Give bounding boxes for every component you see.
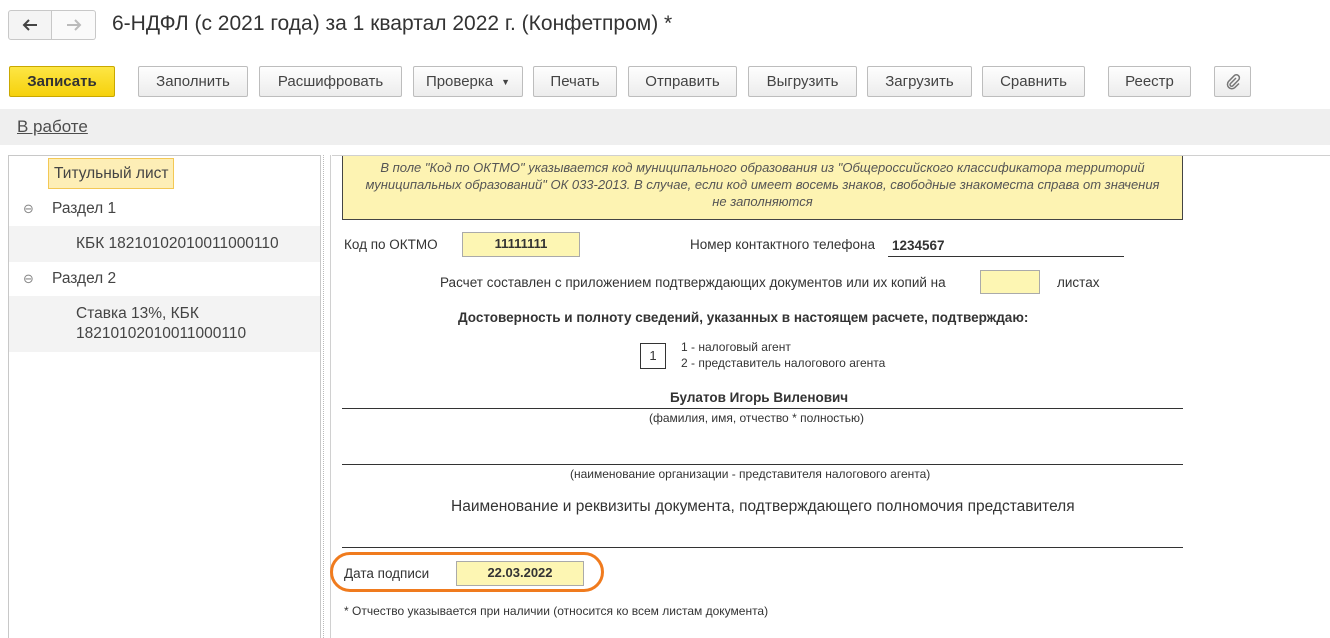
tree-item-title-page[interactable]: Титульный лист — [9, 156, 320, 192]
back-button[interactable] — [8, 10, 52, 40]
collapse-icon[interactable]: ⊖ — [23, 201, 34, 217]
confirm-heading: Достоверность и полноту сведений, указан… — [458, 310, 1029, 325]
attachments-field[interactable] — [980, 270, 1040, 294]
phone-underline — [888, 256, 1124, 257]
forward-button[interactable] — [52, 10, 96, 40]
decode-button[interactable]: Расшифровать — [259, 66, 402, 97]
signer-name-field[interactable]: Булатов Игорь Виленович — [670, 390, 848, 405]
send-button[interactable]: Отправить — [628, 66, 737, 97]
phone-label: Номер контактного телефона — [690, 237, 876, 252]
print-button[interactable]: Печать — [533, 66, 617, 97]
tree-item-section-1[interactable]: ⊖ Раздел 1 — [9, 192, 320, 226]
fill-button[interactable]: Заполнить — [138, 66, 248, 97]
toolbar: Записать Заполнить Расшифровать Проверка… — [0, 66, 1330, 98]
tree-item-label-line1: Ставка 13%, КБК — [76, 305, 199, 322]
tree-item-label: Раздел 2 — [52, 270, 117, 287]
compare-button[interactable]: Сравнить — [982, 66, 1085, 97]
signer-name-caption: (фамилия, имя, отчество * полностью) — [649, 411, 865, 425]
tree-item-label: КБК 18210102010011000110 — [76, 235, 279, 252]
chevron-down-icon: ▼ — [501, 76, 511, 87]
save-button[interactable]: Записать — [9, 66, 115, 97]
arrow-left-icon — [22, 19, 37, 31]
check-label: Проверка — [425, 73, 494, 90]
attachments-label: Расчет составлен с приложением подтвержд… — [440, 275, 946, 290]
status-link[interactable]: В работе — [17, 117, 88, 137]
import-button[interactable]: Загрузить — [867, 66, 972, 97]
sign-date-field[interactable]: 22.03.2022 — [456, 561, 584, 586]
title-page-form: В поле "Код по ОКТМО" указывается код му… — [330, 155, 1330, 638]
org-name-field[interactable] — [342, 464, 1183, 465]
tree-item-label-line2: 18210102010011000110 — [76, 325, 247, 342]
phone-field[interactable]: 1234567 — [892, 238, 945, 253]
tree-item-rate-13[interactable]: Ставка 13%, КБК 18210102010011000110 — [9, 296, 320, 352]
window-title: 6-НДФЛ (с 2021 года) за 1 квартал 2022 г… — [112, 12, 673, 35]
signer-code-field[interactable]: 1 — [640, 343, 666, 369]
check-dropdown-button[interactable]: Проверка ▼ — [413, 66, 523, 97]
oktmo-hint: В поле "Код по ОКТМО" указывается код му… — [342, 156, 1183, 220]
section-tree: Титульный лист ⊖ Раздел 1 КБК 1821010201… — [8, 155, 321, 638]
tree-item-label: Раздел 1 — [52, 200, 117, 217]
org-caption: (наименование организации - представител… — [570, 467, 931, 481]
signer-option-2: 2 - представитель налогового агента — [681, 356, 886, 370]
footnote: * Отчество указывается при наличии (отно… — [344, 604, 769, 618]
sign-date-label: Дата подписи — [344, 566, 430, 581]
sheets-label: листах — [1057, 275, 1100, 290]
collapse-icon[interactable]: ⊖ — [23, 271, 34, 287]
arrow-right-icon — [66, 19, 81, 31]
export-button[interactable]: Выгрузить — [748, 66, 857, 97]
tree-item-section-2[interactable]: ⊖ Раздел 2 — [9, 262, 320, 296]
history-nav — [8, 10, 96, 40]
signer-option-1: 1 - налоговый агент — [681, 340, 791, 354]
status-bar: В работе — [0, 109, 1330, 145]
doc-details-field[interactable] — [342, 547, 1183, 548]
tree-item-label: Титульный лист — [48, 158, 175, 189]
signer-name-underline — [342, 408, 1183, 409]
paperclip-icon — [1226, 73, 1240, 89]
doc-heading: Наименование и реквизиты документа, подт… — [451, 498, 1075, 515]
registry-button[interactable]: Реестр — [1108, 66, 1191, 97]
oktmo-label: Код по ОКТМО — [344, 237, 438, 252]
oktmo-field[interactable]: 11111111 — [462, 232, 580, 257]
tree-item-kbk[interactable]: КБК 18210102010011000110 — [9, 226, 320, 262]
attach-button[interactable] — [1214, 66, 1251, 97]
